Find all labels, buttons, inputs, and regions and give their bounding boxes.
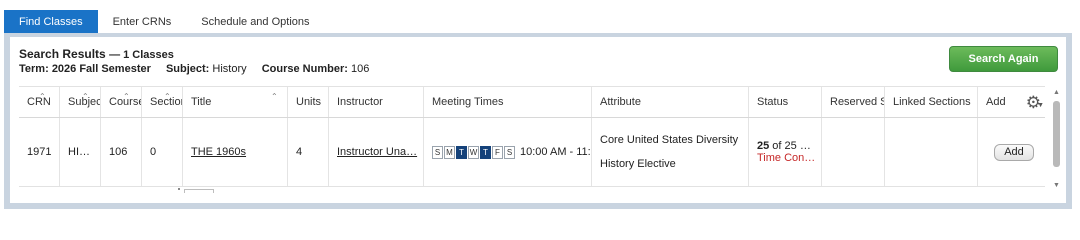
cell-course: 106 (101, 118, 142, 186)
column-header-units: Units (288, 87, 329, 117)
column-header-course[interactable]: ⌃ Course (101, 87, 142, 117)
results-table: ⌃ CRN ⌃ Subject ⌃ Course ⌃ Section ⌃ T (19, 86, 1045, 187)
search-results-label: Search Results (19, 47, 106, 61)
tab-schedule-and-options[interactable]: Schedule and Options (186, 10, 324, 34)
table-header: ⌃ CRN ⌃ Subject ⌃ Course ⌃ Section ⌃ T (19, 86, 1045, 118)
registration-frame: Find Classes Enter CRNs Schedule and Opt… (0, 0, 1080, 213)
instructor-link[interactable]: Instructor Una… (337, 146, 417, 158)
column-header-meeting-times: Meeting Times (424, 87, 592, 117)
attribute-item: Core United States Diversity (600, 134, 739, 146)
vertical-scrollbar[interactable]: ▲ ▼ (1052, 89, 1061, 189)
cell-status[interactable]: 25 of 25 … Time Con… (749, 118, 822, 186)
tab-find-classes[interactable]: Find Classes (4, 10, 98, 34)
pager-marker (178, 188, 180, 190)
column-header-section[interactable]: ⌃ Section (142, 87, 183, 117)
sort-arrows-icon[interactable]: ⌃ (82, 92, 89, 101)
course-title-link[interactable]: THE 1960s (191, 146, 246, 158)
day-saturday: S (504, 145, 515, 159)
chevron-down-icon[interactable]: ▼ (1037, 102, 1044, 109)
tab-enter-crns[interactable]: Enter CRNs (98, 10, 187, 34)
meeting-days: S M T W T F S (432, 145, 515, 159)
column-header-crn[interactable]: ⌃ CRN (19, 87, 60, 117)
search-again-button[interactable]: Search Again (949, 46, 1058, 72)
cell-crn: 1971 (19, 118, 60, 186)
cell-instructor: Instructor Una… (329, 118, 424, 186)
course-number-label: Course Number: (261, 63, 348, 75)
sort-arrows-icon[interactable]: ⌃ (123, 92, 130, 101)
sort-arrows-icon[interactable]: ⌃ (39, 92, 46, 101)
chevron-up-icon[interactable]: ▲ (1052, 89, 1061, 96)
column-header-status: Status (749, 87, 822, 117)
seats-remaining: 25 (757, 140, 770, 152)
cell-attribute: Core United States Diversity History Ele… (592, 118, 749, 186)
cell-add: Add (978, 118, 1045, 186)
sort-arrows-icon[interactable]: ⌃ (271, 92, 278, 101)
attribute-item: History Elective (600, 158, 676, 170)
column-header-linked-sections: Linked Sections (885, 87, 978, 117)
cell-title: THE 1960s (183, 118, 288, 186)
search-criteria: Term: 2026 Fall Semester Subject: Histor… (19, 63, 369, 76)
scrollbar-thumb[interactable] (1053, 101, 1060, 167)
cell-linked-sections (885, 118, 978, 186)
column-header-instructor: Instructor (329, 87, 424, 117)
term-label: Term: (19, 63, 49, 75)
course-number-value: 106 (350, 63, 370, 75)
column-header-title[interactable]: ⌃ Title (183, 87, 288, 117)
results-count: — 1 Classes (109, 49, 174, 61)
day-monday: M (444, 145, 455, 159)
search-results-title: Search Results — 1 Classes (19, 47, 369, 62)
cell-subject: HI… (60, 118, 101, 186)
day-friday: F (492, 145, 503, 159)
add-button[interactable]: Add (994, 143, 1034, 161)
subject-label: Subject: (165, 63, 210, 75)
table-row: 1971 HI… 106 0 THE 1960s 4 Instructor Un… (19, 118, 1045, 187)
term-value: 2026 Fall Semester (51, 63, 151, 75)
cell-section: 0 (142, 118, 183, 186)
search-results-panel: Search Results — 1 Classes Term: 2026 Fa… (4, 33, 1072, 209)
day-thursday: T (480, 145, 491, 159)
cell-reserved-seats (822, 118, 885, 186)
day-tuesday: T (456, 145, 467, 159)
meeting-time-range: 10:00 AM - 11: (520, 146, 591, 158)
sort-arrows-icon[interactable]: ⌃ (164, 92, 171, 101)
column-header-attribute: Attribute (592, 87, 749, 117)
cell-meeting-times[interactable]: S M T W T F S 10:00 AM - 11: (424, 118, 592, 186)
day-sunday: S (432, 145, 443, 159)
cell-units: 4 (288, 118, 329, 186)
seats-total: of 25 … (769, 140, 811, 152)
search-results-header: Search Results — 1 Classes Term: 2026 Fa… (19, 47, 369, 76)
column-header-subject[interactable]: ⌃ Subject (60, 87, 101, 117)
pagination-control[interactable] (184, 189, 214, 193)
day-wednesday: W (468, 145, 479, 159)
column-header-reserved-seats: Reserved S (822, 87, 885, 117)
tab-bar: Find Classes Enter CRNs Schedule and Opt… (4, 10, 325, 34)
time-conflict-warning: Time Con… (757, 152, 816, 164)
subject-value: History (212, 63, 247, 75)
column-header-add: Add ⚙ ▼ (986, 93, 1044, 112)
chevron-down-icon[interactable]: ▼ (1052, 182, 1061, 189)
